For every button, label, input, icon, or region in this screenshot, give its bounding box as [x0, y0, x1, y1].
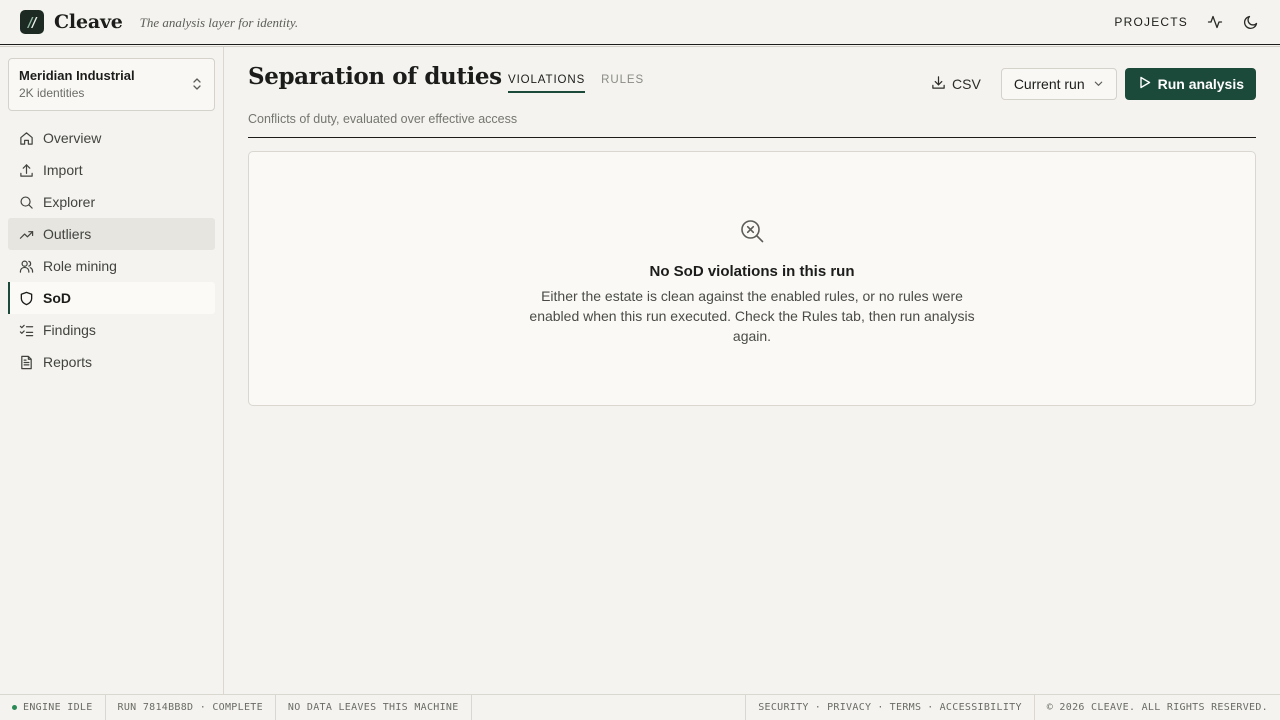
sidebar-item-label: Findings [43, 322, 96, 338]
main-content: Separation of duties VIOLATIONS RULES Co… [248, 47, 1256, 126]
sidebar-item-import[interactable]: Import [8, 154, 215, 186]
status-dot-icon [12, 705, 17, 710]
footer-links: SECURITY · PRIVACY · TERMS · ACCESSIBILI… [745, 695, 1034, 720]
upload-icon [18, 162, 34, 178]
chevrons-up-down-icon [191, 77, 203, 96]
sidebar-item-role-mining[interactable]: Role mining [8, 250, 215, 282]
trending-up-icon [18, 226, 34, 242]
engine-status-text: ENGINE IDLE [23, 702, 93, 713]
list-checks-icon [18, 322, 34, 338]
workspace-name: Meridian Industrial [19, 68, 135, 83]
run-status: RUN 7814BB8D · COMPLETE [106, 695, 276, 720]
search-x-icon [739, 218, 765, 249]
page-subtitle: Conflicts of duty, evaluated over effect… [248, 112, 518, 126]
run-select[interactable]: Current run [1000, 68, 1117, 100]
export-csv-label: CSV [952, 76, 981, 92]
search-icon [18, 194, 34, 210]
separator: · [877, 702, 884, 713]
sidebar-item-outliers[interactable]: Outliers [8, 218, 215, 250]
sidebar-item-label: Explorer [43, 194, 96, 210]
home-icon [18, 130, 34, 146]
page-header: Separation of duties VIOLATIONS RULES Co… [248, 47, 1256, 126]
privacy-link[interactable]: PRIVACY [827, 702, 871, 713]
sidebar-item-label: Overview [43, 130, 102, 146]
accessibility-link[interactable]: ACCESSIBILITY [940, 702, 1022, 713]
page-actions: CSV Current run Run analysis [931, 68, 1256, 100]
sidebar-item-findings[interactable]: Findings [8, 314, 215, 346]
empty-state-title: No SoD violations in this run [649, 263, 855, 280]
tab-violations[interactable]: VIOLATIONS [508, 74, 586, 93]
download-icon [931, 75, 946, 93]
separator: · [814, 702, 822, 713]
top-bar: Cleave The analysis layer for identity. … [0, 0, 1280, 47]
privacy-note: NO DATA LEAVES THIS MACHINE [276, 695, 472, 720]
chevron-down-icon [1093, 76, 1104, 92]
sidebar-item-label: Reports [43, 354, 93, 370]
brand-name[interactable]: Cleave [54, 11, 123, 33]
sidebar-item-label: Outliers [43, 226, 92, 242]
run-select-value: Current run [1013, 76, 1085, 92]
sidebar-item-reports[interactable]: Reports [8, 346, 215, 378]
activity-icon[interactable] [1206, 13, 1224, 31]
empty-state-body: Either the estate is clean against the e… [529, 288, 975, 344]
empty-state-card: No SoD violations in this run Either the… [248, 151, 1256, 406]
tagline: The analysis layer for identity. [139, 15, 299, 30]
header-divider [248, 137, 1256, 138]
page-title: Separation of duties [248, 63, 502, 90]
sidebar-nav: Overview Import Explorer Outliers Role m… [8, 122, 215, 378]
separator: · [927, 702, 934, 713]
tab-bar: VIOLATIONS RULES [508, 74, 644, 93]
logo-icon[interactable] [20, 10, 44, 34]
shield-icon [18, 290, 34, 306]
copyright: © 2026 CLEAVE. ALL RIGHTS RESERVED. [1033, 695, 1280, 720]
play-icon [1139, 76, 1151, 92]
workspace-switcher[interactable]: Meridian Industrial 2K identities [8, 58, 215, 111]
export-csv-button[interactable]: CSV [931, 75, 981, 93]
projects-link[interactable]: PROJECTS [1114, 15, 1188, 29]
users-icon [18, 258, 34, 274]
terms-link[interactable]: TERMS [890, 702, 922, 713]
run-analysis-button[interactable]: Run analysis [1124, 68, 1256, 100]
sidebar-item-label: Role mining [43, 258, 117, 274]
sidebar-item-explorer[interactable]: Explorer [8, 186, 215, 218]
engine-status: ENGINE IDLE [0, 695, 106, 720]
sidebar-item-label: SoD [43, 290, 71, 306]
sidebar-item-sod[interactable]: SoD [8, 282, 215, 314]
run-analysis-label: Run analysis [1157, 76, 1244, 92]
status-footer: ENGINE IDLE RUN 7814BB8D · COMPLETE NO D… [0, 694, 1280, 720]
moon-icon[interactable] [1242, 13, 1260, 31]
workspace-identity-count: 2K identities [19, 86, 85, 100]
sidebar-item-label: Import [43, 162, 83, 178]
tab-rules[interactable]: RULES [601, 74, 644, 93]
file-text-icon [18, 354, 34, 370]
security-link[interactable]: SECURITY [758, 702, 809, 713]
sidebar-item-overview[interactable]: Overview [8, 122, 215, 154]
sidebar: Meridian Industrial 2K identities Overvi… [0, 47, 224, 695]
